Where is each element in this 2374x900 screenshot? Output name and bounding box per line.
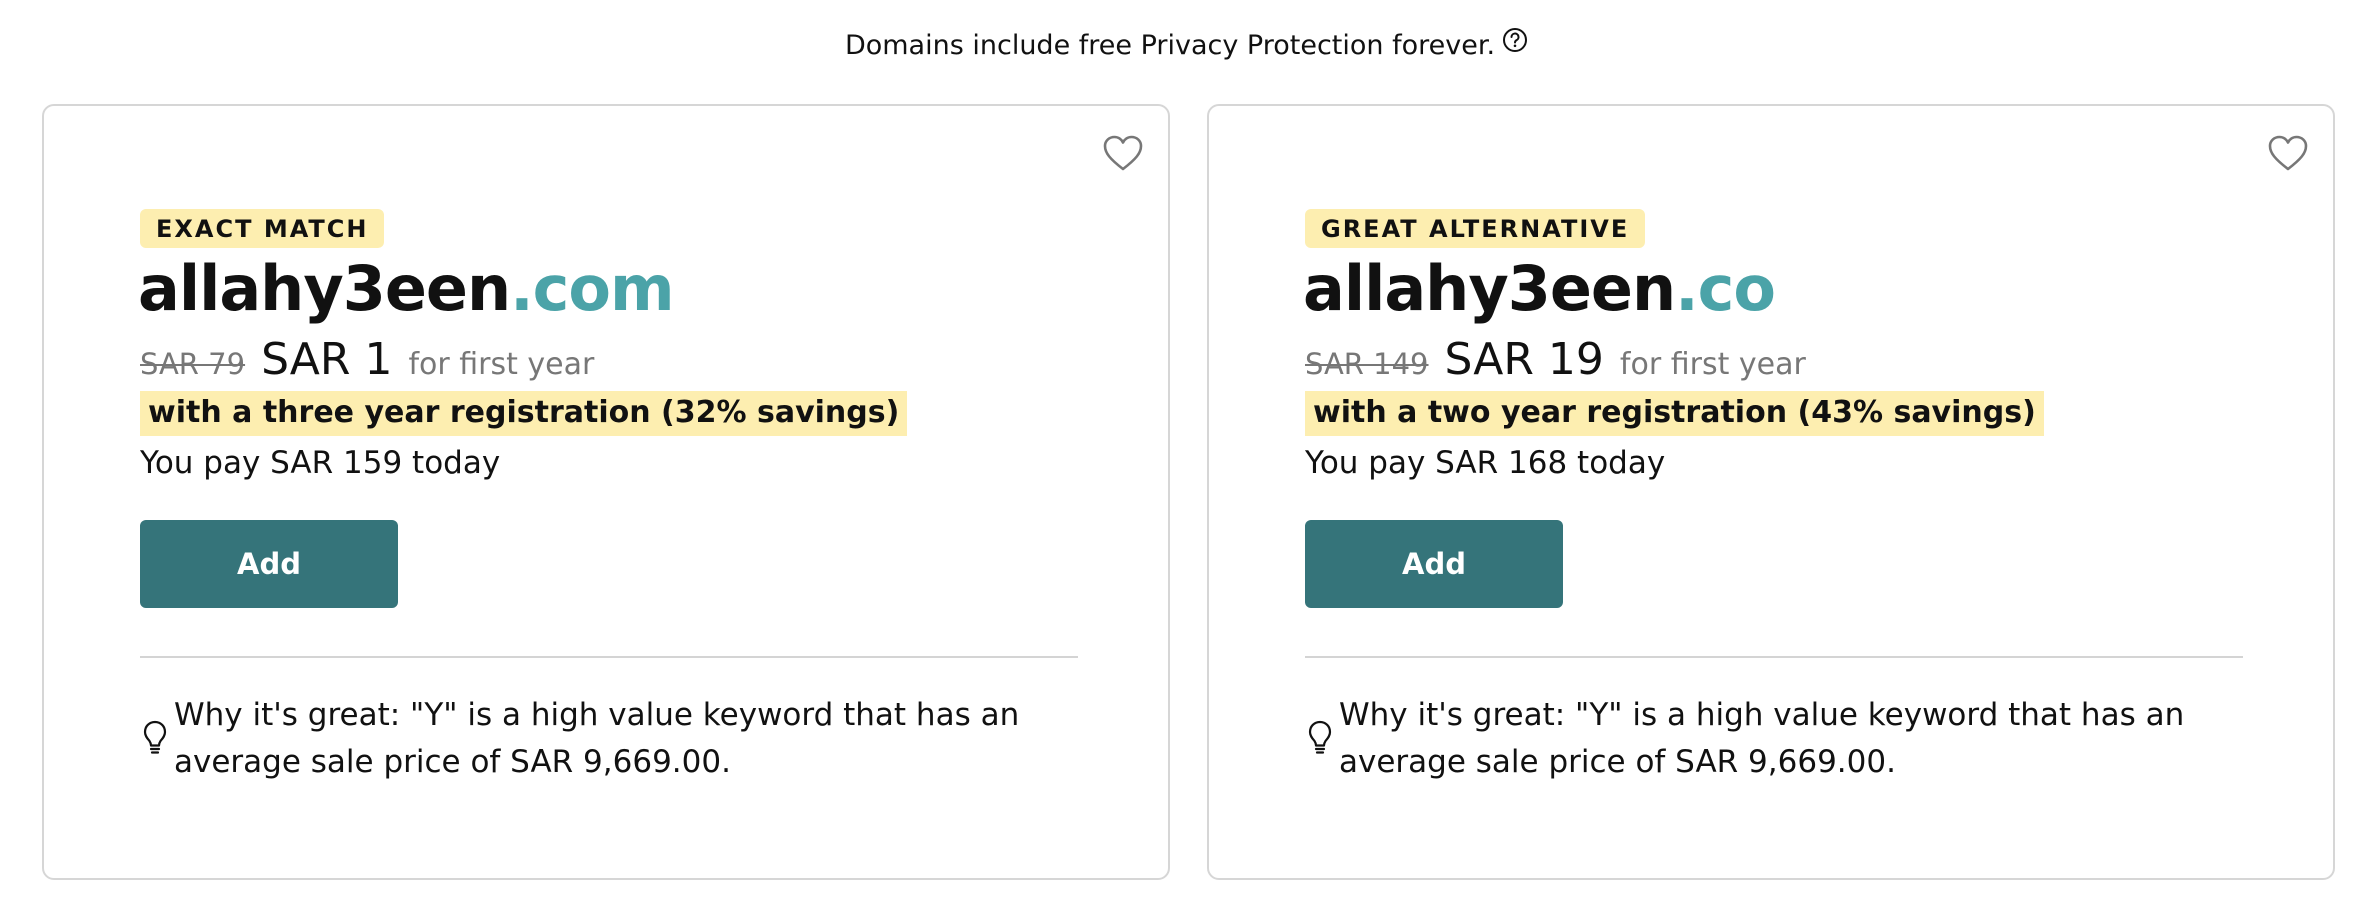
domain-tld: .com [510,252,675,325]
price-term: for first year [1619,347,1806,382]
why-great-section: Why it's great: "Y" is a high value keyw… [140,692,1080,786]
savings-highlight: with a two year registration (43% saving… [1305,391,2044,436]
savings-highlight: with a three year registration (32% savi… [140,391,908,436]
why-great-text: Why it's great: "Y" is a high value keyw… [174,697,1020,780]
domain-label: allahy3een [1303,252,1676,325]
divider [1305,656,2243,658]
domain-card: GREAT ALTERNATIVE allahy3een.co SAR 149 … [1207,104,2335,880]
add-button[interactable]: Add [140,520,398,608]
domain-tld: .co [1675,252,1776,325]
price-row: SAR 149 SAR 19 for first year [1305,334,1806,385]
privacy-notice-text: Domains include free Privacy Protection … [844,30,1496,61]
domain-card: EXACT MATCH allahy3een.com SAR 79 SAR 1 … [42,104,1170,880]
match-badge: EXACT MATCH [140,209,385,248]
original-price: SAR 149 [1305,347,1429,381]
lightbulb-icon [1305,718,1335,756]
pay-today-text: You pay SAR 168 today [1305,445,1666,481]
price-term: for first year [408,347,595,382]
domain-label: allahy3een [138,252,511,325]
why-great-text: Why it's great: "Y" is a high value keyw… [1339,697,2185,780]
question-circle-icon[interactable] [1501,26,1529,54]
lightbulb-icon [140,718,170,756]
sale-price: SAR 19 [1444,334,1604,385]
favorite-button[interactable] [1102,134,1144,172]
why-great-section: Why it's great: "Y" is a high value keyw… [1305,692,2245,786]
add-button[interactable]: Add [1305,520,1563,608]
favorite-button[interactable] [2267,134,2309,172]
match-badge: GREAT ALTERNATIVE [1305,209,1646,248]
heart-icon [2267,135,2309,175]
domain-name: allahy3een.com [138,252,675,325]
original-price: SAR 79 [140,347,246,381]
divider [140,656,1078,658]
privacy-notice: Domains include free Privacy Protection … [0,27,2374,61]
sale-price: SAR 1 [261,334,393,385]
pay-today-text: You pay SAR 159 today [140,445,501,481]
domain-name: allahy3een.co [1303,252,1776,325]
price-row: SAR 79 SAR 1 for first year [140,334,594,385]
heart-icon [1102,135,1144,175]
